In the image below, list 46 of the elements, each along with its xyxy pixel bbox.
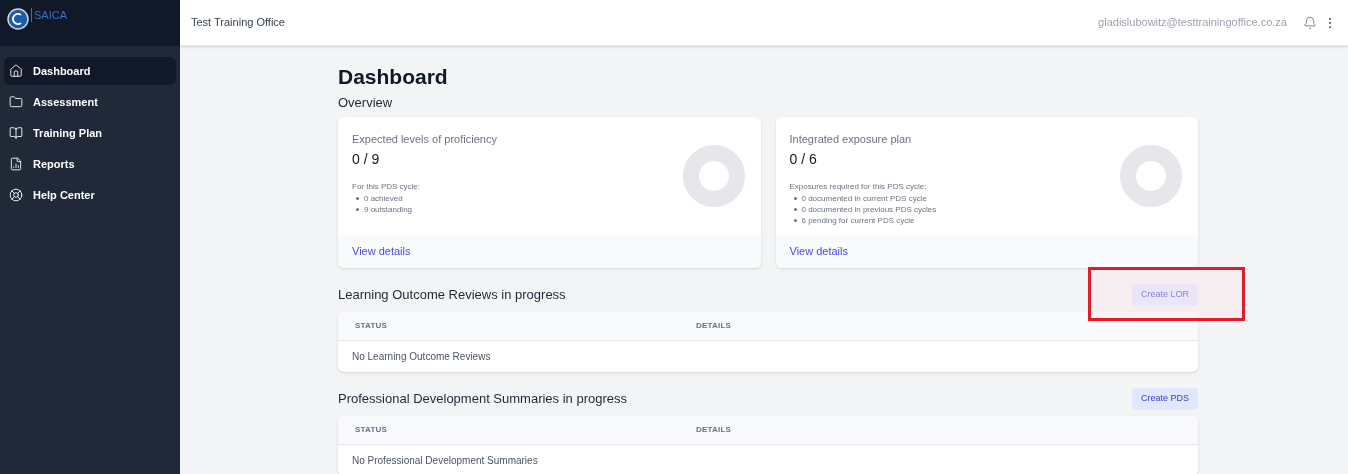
sidebar-item[interactable]: Dashboard [4, 57, 176, 85]
card-value: 0 / 9 [352, 150, 381, 169]
book-icon [9, 126, 23, 140]
document-chart-icon [9, 157, 23, 171]
card-bullet: 0 documented in current PDS cycle [801, 193, 927, 204]
empty-message: No Learning Outcome Reviews [352, 349, 491, 364]
home-icon [9, 64, 23, 78]
column-header: STATUS [354, 423, 388, 436]
section-title: Professional Development Summaries in progress [338, 389, 627, 408]
bullet-icon [793, 197, 797, 200]
card-description: For this PDS cycle: [352, 181, 421, 193]
logo-text: SAICA [31, 8, 67, 22]
sidebar-item[interactable]: Help Center [4, 181, 176, 209]
bell-icon[interactable] [1303, 15, 1317, 30]
card-title: Expected levels of proficiency [352, 131, 498, 147]
column-header: DETAILS [696, 319, 732, 332]
view-details-link[interactable]: View details [789, 243, 848, 260]
card-bullet: 0 achieved [364, 193, 403, 204]
card-title: Integrated exposure plan [789, 131, 913, 147]
page-title: Dashboard [338, 64, 449, 90]
card-bullet: 0 documented in previous PDS cycles [801, 204, 937, 215]
column-header: DETAILS [696, 423, 732, 436]
lifebuoy-icon [9, 188, 23, 202]
view-details-link[interactable]: View details [352, 243, 411, 260]
bullet-icon [793, 219, 797, 222]
create-button[interactable]: Create PDS [1131, 387, 1198, 410]
empty-message: No Professional Development Summaries [352, 453, 538, 468]
page-subtitle: Overview [338, 94, 394, 112]
card-description: Exposures required for this PDS cycle: [789, 181, 928, 193]
section-title: Learning Outcome Reviews in progress [338, 285, 566, 304]
donut-chart-drawing [1120, 145, 1182, 207]
sidebar-item[interactable]: Reports [4, 150, 176, 178]
card-bullet: 9 outstanding [364, 204, 413, 215]
user-email: gladislubowitz@testtrainingoffice.co.za [1098, 15, 1287, 31]
bullet-icon [356, 197, 359, 200]
bullet-icon [793, 208, 797, 211]
sidebar-item[interactable]: Assessment [4, 88, 176, 116]
donut-chart-drawing [682, 145, 745, 207]
office-name: Test Training Office [191, 15, 285, 31]
bullet-icon [356, 208, 359, 211]
logo-icon [7, 8, 29, 30]
folder-icon [9, 95, 23, 109]
card-bullet: 6 pending for current PDS cycle [801, 215, 915, 226]
sidebar-item[interactable]: Training Plan [4, 119, 176, 147]
card-value: 0 / 6 [789, 150, 818, 169]
column-header: STATUS [354, 319, 388, 332]
